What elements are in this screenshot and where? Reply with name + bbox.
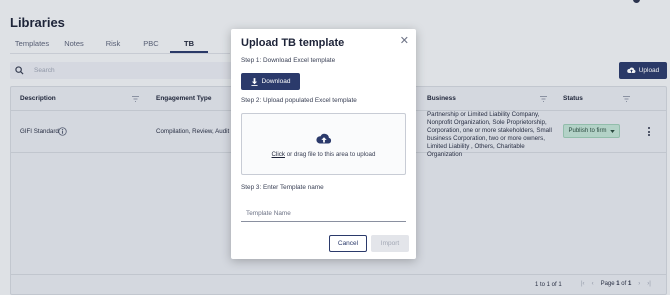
drop-zone-hint: or drag file to this area to upload	[286, 151, 376, 158]
cloud-upload-icon	[316, 133, 332, 144]
cancel-button[interactable]: Cancel	[329, 235, 367, 252]
download-icon	[250, 77, 258, 86]
drop-zone-text: Click or drag file to this area to uploa…	[242, 151, 405, 158]
download-label: Download	[261, 78, 291, 85]
step-3-label: Step 3: Enter Template name	[241, 184, 324, 191]
file-drop-zone[interactable]: Click or drag file to this area to uploa…	[241, 113, 406, 175]
download-button[interactable]: Download	[241, 73, 300, 90]
upload-tb-template-dialog: Upload TB template ✕ Step 1: Download Ex…	[231, 29, 416, 259]
dialog-title: Upload TB template	[241, 37, 345, 49]
step-2-label: Step 2: Upload populated Excel template	[241, 97, 357, 104]
step-1-label: Step 1: Download Excel template	[241, 57, 336, 64]
template-name-input[interactable]: Template Name	[241, 206, 406, 222]
close-icon[interactable]: ✕	[400, 34, 409, 47]
import-button[interactable]: Import	[371, 235, 409, 252]
click-to-upload-link[interactable]: Click	[272, 151, 285, 158]
